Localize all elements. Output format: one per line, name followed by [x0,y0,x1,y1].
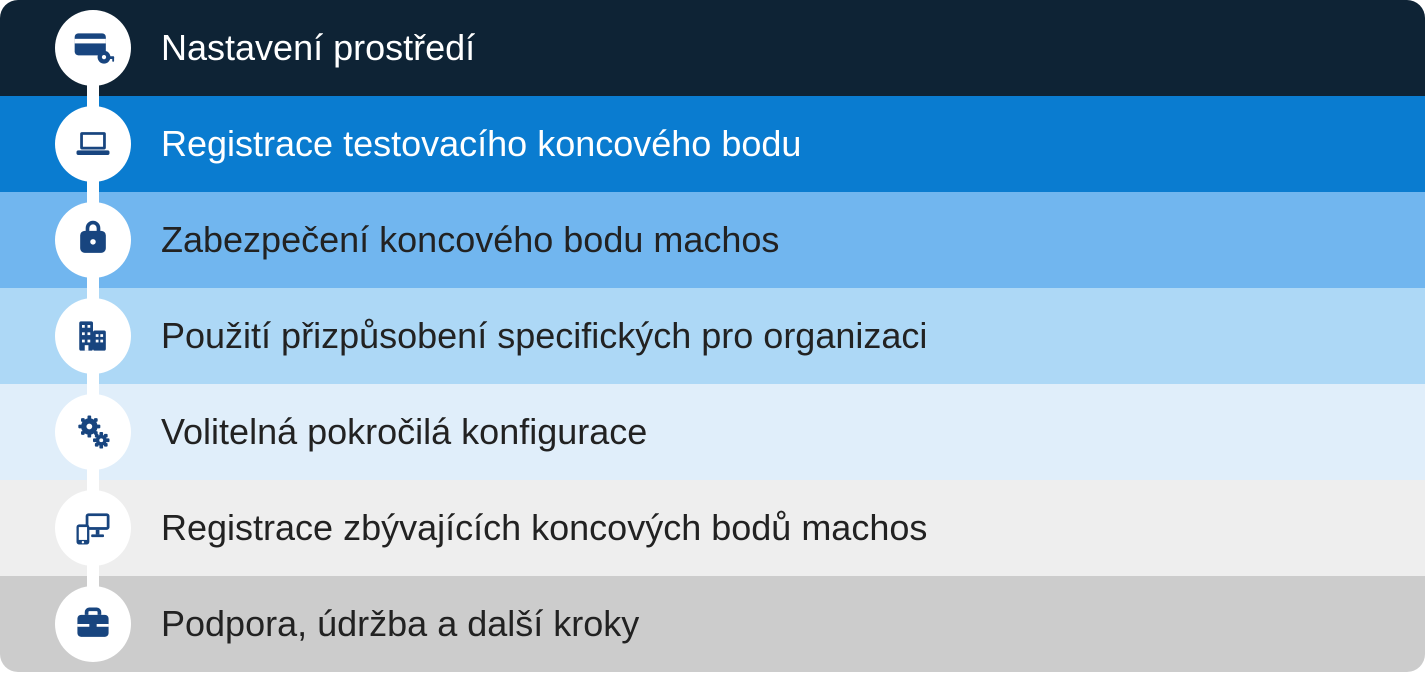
step-row-2[interactable]: Registrace testovacího koncového bodu [0,96,1425,192]
deployment-steps-list: Nastavení prostředí Registrace testovacíh… [0,0,1425,672]
step-row-6[interactable]: Registrace zbývajících koncových bodů ma… [0,480,1425,576]
laptop-icon [55,106,131,182]
step-row-5[interactable]: Volitelná pokročilá konfigurace [0,384,1425,480]
step-row-1[interactable]: Nastavení prostředí [0,0,1425,96]
step-label: Použití přizpůsobení specifických pro or… [161,316,927,356]
step-row-3[interactable]: Zabezpečení koncového bodu machos [0,192,1425,288]
step-label: Registrace zbývajících koncových bodů ma… [161,508,927,548]
step-label: Nastavení prostředí [161,28,475,68]
card-key-icon [55,10,131,86]
step-label: Volitelná pokročilá konfigurace [161,412,647,452]
step-row-4[interactable]: Použití přizpůsobení specifických pro or… [0,288,1425,384]
step-label: Podpora, údržba a další kroky [161,604,639,644]
step-label: Zabezpečení koncového bodu machos [161,220,779,260]
lock-bag-icon [55,202,131,278]
step-row-7[interactable]: Podpora, údržba a další kroky [0,576,1425,672]
gears-icon [55,394,131,470]
devices-icon [55,490,131,566]
building-icon [55,298,131,374]
briefcase-icon [55,586,131,662]
step-label: Registrace testovacího koncového bodu [161,124,801,164]
